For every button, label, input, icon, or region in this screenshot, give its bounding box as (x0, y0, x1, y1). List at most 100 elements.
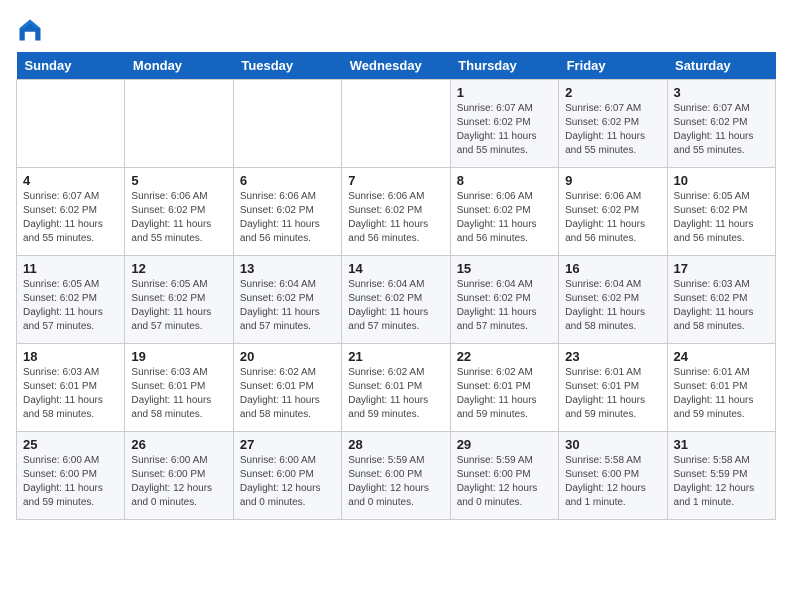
day-detail: Sunrise: 6:01 AM Sunset: 6:01 PM Dayligh… (674, 367, 754, 420)
day-number: 19 (131, 349, 226, 364)
day-detail: Sunrise: 6:04 AM Sunset: 6:02 PM Dayligh… (565, 279, 645, 332)
day-number: 28 (348, 437, 443, 452)
day-number: 5 (131, 173, 226, 188)
day-detail: Sunrise: 6:03 AM Sunset: 6:02 PM Dayligh… (674, 279, 754, 332)
day-detail: Sunrise: 5:59 AM Sunset: 6:00 PM Dayligh… (457, 455, 538, 508)
day-cell (125, 80, 233, 168)
header-cell-thursday: Thursday (450, 52, 558, 80)
day-number: 17 (674, 261, 769, 276)
day-cell: 12 Sunrise: 6:05 AM Sunset: 6:02 PM Dayli… (125, 256, 233, 344)
day-cell: 25 Sunrise: 6:00 AM Sunset: 6:00 PM Dayli… (17, 432, 125, 520)
day-detail: Sunrise: 6:07 AM Sunset: 6:02 PM Dayligh… (565, 103, 645, 156)
header-cell-friday: Friday (559, 52, 667, 80)
day-detail: Sunrise: 6:07 AM Sunset: 6:02 PM Dayligh… (674, 103, 754, 156)
day-cell: 8 Sunrise: 6:06 AM Sunset: 6:02 PM Daylig… (450, 168, 558, 256)
day-detail: Sunrise: 6:07 AM Sunset: 6:02 PM Dayligh… (457, 103, 537, 156)
week-row-2: 4 Sunrise: 6:07 AM Sunset: 6:02 PM Daylig… (17, 168, 776, 256)
day-cell (342, 80, 450, 168)
day-number: 30 (565, 437, 660, 452)
day-cell: 1 Sunrise: 6:07 AM Sunset: 6:02 PM Daylig… (450, 80, 558, 168)
day-cell (233, 80, 341, 168)
day-detail: Sunrise: 6:00 AM Sunset: 6:00 PM Dayligh… (23, 455, 103, 508)
day-number: 12 (131, 261, 226, 276)
day-cell: 20Sunrise: 6:02 AM Sunset: 6:01 PM Dayli… (233, 344, 341, 432)
day-detail: Sunrise: 6:04 AM Sunset: 6:02 PM Dayligh… (348, 279, 428, 332)
day-cell: 9 Sunrise: 6:06 AM Sunset: 6:02 PM Daylig… (559, 168, 667, 256)
week-row-5: 25 Sunrise: 6:00 AM Sunset: 6:00 PM Dayli… (17, 432, 776, 520)
calendar-header: SundayMondayTuesdayWednesdayThursdayFrid… (17, 52, 776, 80)
day-detail: Sunrise: 6:06 AM Sunset: 6:02 PM Dayligh… (131, 191, 211, 244)
day-number: 3 (674, 85, 769, 100)
day-number: 14 (348, 261, 443, 276)
logo (16, 16, 48, 44)
day-detail: Sunrise: 6:06 AM Sunset: 6:02 PM Dayligh… (240, 191, 320, 244)
day-detail: Sunrise: 5:58 AM Sunset: 6:00 PM Dayligh… (565, 455, 646, 508)
day-cell: 2 Sunrise: 6:07 AM Sunset: 6:02 PM Daylig… (559, 80, 667, 168)
day-detail: Sunrise: 6:07 AM Sunset: 6:02 PM Dayligh… (23, 191, 103, 244)
day-cell: 3 Sunrise: 6:07 AM Sunset: 6:02 PM Daylig… (667, 80, 775, 168)
day-detail: Sunrise: 5:59 AM Sunset: 6:00 PM Dayligh… (348, 455, 429, 508)
day-cell: 17 Sunrise: 6:03 AM Sunset: 6:02 PM Dayli… (667, 256, 775, 344)
week-row-3: 11Sunrise: 6:05 AM Sunset: 6:02 PM Dayli… (17, 256, 776, 344)
header-row: SundayMondayTuesdayWednesdayThursdayFrid… (17, 52, 776, 80)
day-detail: Sunrise: 6:01 AM Sunset: 6:01 PM Dayligh… (565, 367, 645, 420)
header-cell-tuesday: Tuesday (233, 52, 341, 80)
header-cell-sunday: Sunday (17, 52, 125, 80)
day-cell: 11Sunrise: 6:05 AM Sunset: 6:02 PM Dayli… (17, 256, 125, 344)
day-cell: 5 Sunrise: 6:06 AM Sunset: 6:02 PM Daylig… (125, 168, 233, 256)
day-cell: 23 Sunrise: 6:01 AM Sunset: 6:01 PM Dayli… (559, 344, 667, 432)
day-detail: Sunrise: 6:03 AM Sunset: 6:01 PM Dayligh… (23, 367, 103, 420)
day-detail: Sunrise: 6:06 AM Sunset: 6:02 PM Dayligh… (565, 191, 645, 244)
header-cell-saturday: Saturday (667, 52, 775, 80)
day-detail: Sunrise: 6:05 AM Sunset: 6:02 PM Dayligh… (131, 279, 211, 332)
day-detail: Sunrise: 6:00 AM Sunset: 6:00 PM Dayligh… (131, 455, 212, 508)
week-row-4: 18 Sunrise: 6:03 AM Sunset: 6:01 PM Dayli… (17, 344, 776, 432)
calendar-table: SundayMondayTuesdayWednesdayThursdayFrid… (16, 52, 776, 520)
day-cell: 24 Sunrise: 6:01 AM Sunset: 6:01 PM Dayli… (667, 344, 775, 432)
day-cell: 27 Sunrise: 6:00 AM Sunset: 6:00 PM Dayli… (233, 432, 341, 520)
day-number: 18 (23, 349, 118, 364)
day-number: 25 (23, 437, 118, 452)
day-number: 23 (565, 349, 660, 364)
day-cell: 26Sunrise: 6:00 AM Sunset: 6:00 PM Dayli… (125, 432, 233, 520)
day-number: 31 (674, 437, 769, 452)
day-detail: Sunrise: 5:58 AM Sunset: 5:59 PM Dayligh… (674, 455, 755, 508)
day-cell: 28 Sunrise: 5:59 AM Sunset: 6:00 PM Dayli… (342, 432, 450, 520)
logo-icon (16, 16, 44, 44)
header-cell-monday: Monday (125, 52, 233, 80)
day-detail: Sunrise: 6:03 AM Sunset: 6:01 PM Dayligh… (131, 367, 211, 420)
day-detail: Sunrise: 6:06 AM Sunset: 6:02 PM Dayligh… (457, 191, 537, 244)
day-cell: 7Sunrise: 6:06 AM Sunset: 6:02 PM Daylig… (342, 168, 450, 256)
day-number: 2 (565, 85, 660, 100)
day-number: 9 (565, 173, 660, 188)
day-cell: 14 Sunrise: 6:04 AM Sunset: 6:02 PM Dayli… (342, 256, 450, 344)
day-number: 15 (457, 261, 552, 276)
day-detail: Sunrise: 6:04 AM Sunset: 6:02 PM Dayligh… (457, 279, 537, 332)
day-cell: 31 Sunrise: 5:58 AM Sunset: 5:59 PM Dayli… (667, 432, 775, 520)
day-cell: 16 Sunrise: 6:04 AM Sunset: 6:02 PM Dayli… (559, 256, 667, 344)
day-number: 13 (240, 261, 335, 276)
day-number: 4 (23, 173, 118, 188)
day-number: 21 (348, 349, 443, 364)
day-cell: 13 Sunrise: 6:04 AM Sunset: 6:02 PM Dayli… (233, 256, 341, 344)
day-cell: 15 Sunrise: 6:04 AM Sunset: 6:02 PM Dayli… (450, 256, 558, 344)
day-detail: Sunrise: 6:05 AM Sunset: 6:02 PM Dayligh… (23, 279, 103, 332)
day-cell: 4 Sunrise: 6:07 AM Sunset: 6:02 PM Daylig… (17, 168, 125, 256)
day-cell: 6Sunrise: 6:06 AM Sunset: 6:02 PM Daylig… (233, 168, 341, 256)
day-cell: 18 Sunrise: 6:03 AM Sunset: 6:01 PM Dayli… (17, 344, 125, 432)
day-number: 10 (674, 173, 769, 188)
day-detail: Sunrise: 6:05 AM Sunset: 6:02 PM Dayligh… (674, 191, 754, 244)
day-detail: Sunrise: 6:04 AM Sunset: 6:02 PM Dayligh… (240, 279, 320, 332)
day-number: 7 (348, 173, 443, 188)
day-cell: 19 Sunrise: 6:03 AM Sunset: 6:01 PM Dayli… (125, 344, 233, 432)
day-number: 27 (240, 437, 335, 452)
day-cell (17, 80, 125, 168)
day-number: 8 (457, 173, 552, 188)
day-number: 24 (674, 349, 769, 364)
day-number: 20 (240, 349, 335, 364)
day-number: 1 (457, 85, 552, 100)
day-number: 16 (565, 261, 660, 276)
day-detail: Sunrise: 6:02 AM Sunset: 6:01 PM Dayligh… (457, 367, 537, 420)
day-detail: Sunrise: 6:00 AM Sunset: 6:00 PM Dayligh… (240, 455, 321, 508)
day-number: 29 (457, 437, 552, 452)
